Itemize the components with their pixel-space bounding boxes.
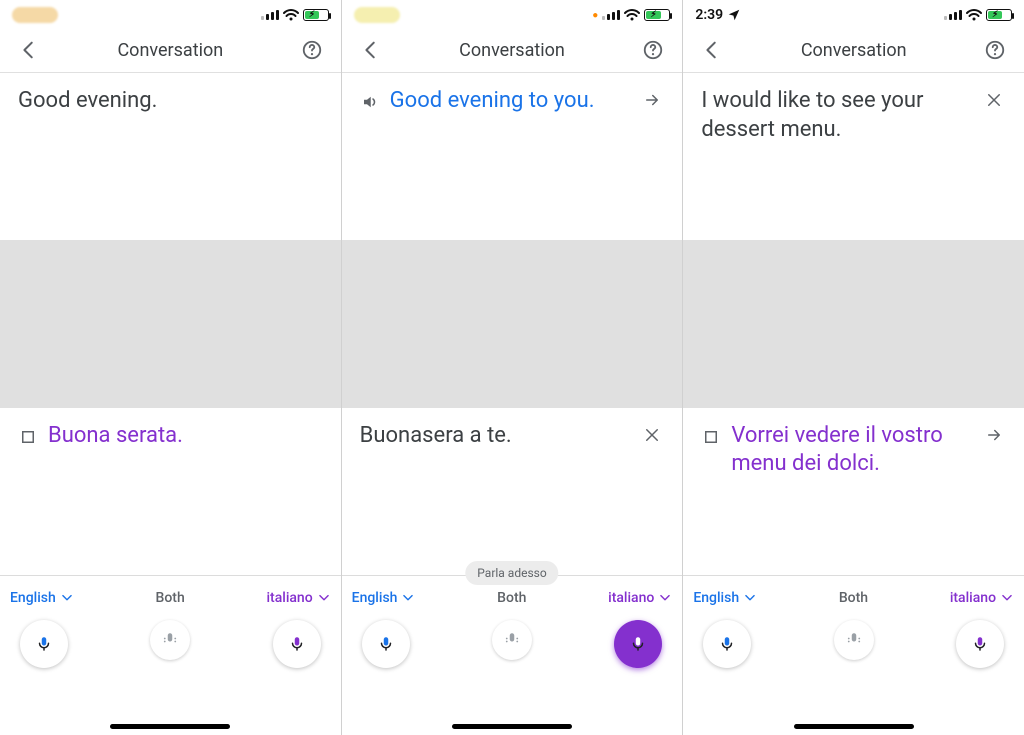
source-language-select[interactable]: English: [693, 590, 757, 606]
page-title: Conversation: [386, 40, 639, 61]
footer: English Both italiano: [0, 575, 341, 735]
both-language-button[interactable]: Both: [497, 590, 526, 606]
both-language-button[interactable]: Both: [839, 590, 868, 606]
content: I would like to see your dessert menu. V…: [683, 73, 1024, 575]
footer: Parla adesso English Both italiano: [342, 575, 683, 735]
screen-2: ● ⚡︎ Conversation Good evening to you.: [342, 0, 684, 735]
mic-auto-button[interactable]: [834, 620, 874, 660]
target-pane[interactable]: Buonasera a te.: [342, 408, 683, 575]
target-language-select[interactable]: italiano: [950, 590, 1014, 606]
help-button[interactable]: [638, 35, 668, 65]
wifi-icon: [624, 8, 640, 22]
mic-target-button-active[interactable]: [614, 620, 662, 668]
mic-target-button[interactable]: [956, 620, 1004, 668]
status-bar: 2:39 ⚡︎: [683, 0, 1024, 30]
page-title: Conversation: [44, 40, 297, 61]
source-pane[interactable]: I would like to see your dessert menu.: [683, 73, 1024, 240]
wifi-icon: [283, 8, 299, 22]
source-text: I would like to see your dessert menu.: [701, 87, 972, 144]
header: Conversation: [342, 30, 683, 70]
source-language-select[interactable]: English: [10, 590, 74, 606]
send-arrow-icon[interactable]: [640, 87, 664, 109]
target-pane[interactable]: Buona serata.: [0, 408, 341, 575]
stop-icon[interactable]: [18, 422, 38, 446]
mic-auto-button[interactable]: [150, 620, 190, 660]
status-bar: ● ⚡︎: [342, 0, 683, 30]
source-text: Good evening.: [18, 87, 323, 116]
header: Conversation: [0, 30, 341, 70]
battery-icon: ⚡︎: [303, 9, 329, 21]
mic-row: [683, 606, 1024, 668]
status-time: 2:39: [695, 7, 723, 23]
home-indicator: [794, 724, 914, 729]
target-language-select[interactable]: italiano: [266, 590, 330, 606]
status-bar: ⚡︎: [0, 0, 341, 30]
language-row: English Both italiano: [683, 576, 1024, 606]
mic-source-button[interactable]: [20, 620, 68, 668]
home-indicator: [110, 724, 230, 729]
target-language-select[interactable]: italiano: [608, 590, 672, 606]
speak-now-chip: Parla adesso: [465, 561, 558, 585]
carrier-blur: [12, 7, 58, 23]
target-pane[interactable]: Vorrei vedere il vostro menu dei dolci.: [683, 408, 1024, 575]
wifi-icon: [966, 8, 982, 22]
battery-icon: ⚡︎: [644, 9, 670, 21]
content: Good evening. Buona serata.: [0, 73, 341, 575]
translation-text: Buonasera a te.: [360, 422, 631, 451]
screen-1: ⚡︎ Conversation Good evening. Buona sera…: [0, 0, 342, 735]
stop-icon[interactable]: [701, 422, 721, 446]
screen-3: 2:39 ⚡︎ Conversation I would like to see…: [683, 0, 1024, 735]
source-text: Good evening to you.: [390, 87, 631, 116]
both-language-button[interactable]: Both: [156, 590, 185, 606]
clear-button[interactable]: [982, 87, 1006, 109]
translation-text: Vorrei vedere il vostro menu dei dolci.: [731, 422, 972, 479]
mic-target-button[interactable]: [273, 620, 321, 668]
page-title: Conversation: [727, 40, 980, 61]
signal-icon: [944, 10, 962, 20]
help-button[interactable]: [980, 35, 1010, 65]
source-pane[interactable]: Good evening.: [0, 73, 341, 240]
send-arrow-icon[interactable]: [982, 422, 1006, 444]
pane-divider: [683, 240, 1024, 407]
back-button[interactable]: [356, 35, 386, 65]
clear-button[interactable]: [640, 422, 664, 444]
translation-text: Buona serata.: [48, 422, 323, 451]
screens-container: ⚡︎ Conversation Good evening. Buona sera…: [0, 0, 1024, 735]
home-indicator: [452, 724, 572, 729]
signal-icon: [261, 10, 279, 20]
pane-divider: [342, 240, 683, 407]
mic-row: [342, 606, 683, 668]
speaker-icon[interactable]: [360, 87, 380, 111]
pane-divider: [0, 240, 341, 407]
mic-auto-button[interactable]: [492, 620, 532, 660]
back-button[interactable]: [14, 35, 44, 65]
signal-icon: [602, 10, 620, 20]
mic-source-button[interactable]: [362, 620, 410, 668]
header: Conversation: [683, 30, 1024, 70]
source-pane[interactable]: Good evening to you.: [342, 73, 683, 240]
help-button[interactable]: [297, 35, 327, 65]
battery-icon: ⚡︎: [986, 9, 1012, 21]
location-icon: [727, 8, 741, 22]
source-language-select[interactable]: English: [352, 590, 416, 606]
content: Good evening to you. Buonasera a te.: [342, 73, 683, 575]
language-row: English Both italiano: [0, 576, 341, 606]
mic-source-button[interactable]: [703, 620, 751, 668]
footer: English Both italiano: [683, 575, 1024, 735]
mic-row: [0, 606, 341, 668]
carrier-blur: [354, 7, 400, 23]
back-button[interactable]: [697, 35, 727, 65]
